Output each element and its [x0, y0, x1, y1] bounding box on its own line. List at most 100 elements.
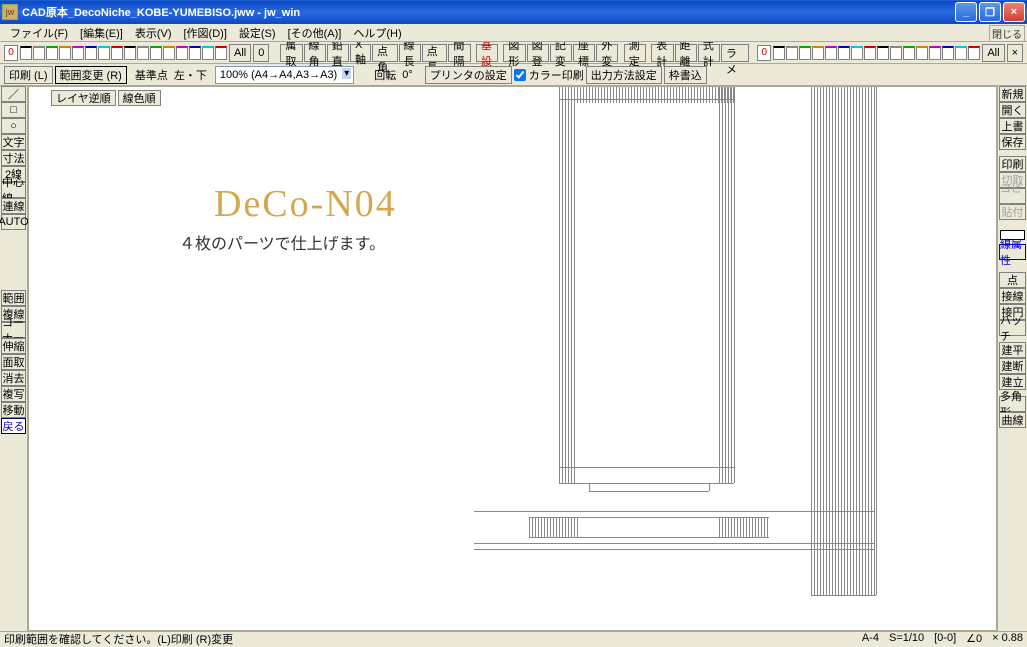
tool-新規[interactable]: 新規: [999, 86, 1026, 102]
swatch[interactable]: [111, 46, 123, 60]
tool-消去[interactable]: 消去: [1, 370, 26, 386]
status-angle[interactable]: ∠0: [966, 632, 982, 645]
range-change-button[interactable]: 範囲変更 (R): [55, 66, 127, 84]
cmd-距離[interactable]: 距離: [675, 44, 697, 62]
menu-other[interactable]: [その他(A)]: [282, 25, 348, 41]
swatch[interactable]: [46, 46, 58, 60]
swatch[interactable]: [825, 46, 837, 60]
cmd-式計[interactable]: 式計: [698, 44, 720, 62]
tool-複写[interactable]: 複写: [1, 386, 26, 402]
swatch[interactable]: [929, 46, 941, 60]
tool-ハッチ[interactable]: ハッチ: [999, 320, 1026, 336]
swatch[interactable]: [137, 46, 149, 60]
swatch[interactable]: [916, 46, 928, 60]
swatch[interactable]: [176, 46, 188, 60]
cmd-測定[interactable]: 測定: [624, 44, 646, 62]
output-settings-button[interactable]: 出力方法設定: [586, 66, 662, 84]
cmd-外変[interactable]: 外変: [596, 44, 618, 62]
color-print-input[interactable]: [514, 69, 526, 81]
tool-印刷[interactable]: 印刷: [999, 156, 1026, 172]
cmd-間隔[interactable]: 間隔: [448, 44, 470, 62]
tool-AUTO[interactable]: AUTO: [1, 214, 26, 230]
tool-建平[interactable]: 建平: [999, 342, 1026, 358]
swatch[interactable]: [215, 46, 227, 60]
menu-help[interactable]: ヘルプ(H): [347, 25, 407, 41]
swatch[interactable]: [838, 46, 850, 60]
tool-多角形[interactable]: 多角形: [999, 396, 1026, 412]
zero-button[interactable]: 0: [253, 44, 269, 62]
tool-上書[interactable]: 上書: [999, 118, 1026, 134]
status-multiplier[interactable]: × 0.88: [992, 632, 1023, 645]
tool-戻る[interactable]: 戻る: [1, 418, 26, 434]
swatch[interactable]: [942, 46, 954, 60]
tool-伸縮[interactable]: 伸縮: [1, 338, 26, 354]
status-layer[interactable]: [0-0]: [934, 632, 956, 645]
tool-建断[interactable]: 建断: [999, 358, 1026, 374]
swatch[interactable]: [202, 46, 214, 60]
print-button[interactable]: 印刷 (L): [4, 66, 53, 84]
left-color-index[interactable]: 0: [4, 45, 18, 61]
status-scale[interactable]: S=1/10: [889, 632, 924, 645]
tool-中心線[interactable]: 中心線: [1, 182, 26, 198]
tool-コーナー[interactable]: コーナー: [1, 322, 26, 338]
cmd-表計[interactable]: 表計: [651, 44, 673, 62]
tool-線属性[interactable]: 線属性: [999, 244, 1026, 260]
cmd-X軸[interactable]: X軸: [350, 44, 371, 62]
swatch[interactable]: [864, 46, 876, 60]
swatch[interactable]: [189, 46, 201, 60]
color-print-checkbox[interactable]: カラー印刷: [514, 67, 584, 83]
swatch[interactable]: [968, 46, 980, 60]
swatch[interactable]: [98, 46, 110, 60]
cmd-鉛直[interactable]: 鉛直: [327, 44, 349, 62]
swatch[interactable]: [812, 46, 824, 60]
swatch[interactable]: [150, 46, 162, 60]
doc-close-button[interactable]: 閉じる: [989, 25, 1025, 42]
all-button-right[interactable]: All: [982, 44, 1004, 62]
layer-reverse-button[interactable]: レイヤ逆順: [51, 90, 116, 106]
right-color-index[interactable]: 0: [757, 45, 771, 61]
swatch[interactable]: [20, 46, 32, 60]
swatch[interactable]: [163, 46, 175, 60]
cmd-座標[interactable]: 座標: [573, 44, 595, 62]
swatch[interactable]: [799, 46, 811, 60]
cmd-図登[interactable]: 図登: [527, 44, 549, 62]
swatch[interactable]: [903, 46, 915, 60]
close-button[interactable]: ×: [1003, 2, 1025, 22]
frame-write-button[interactable]: 枠書込: [664, 66, 707, 84]
swatch[interactable]: [786, 46, 798, 60]
tool-／[interactable]: ／: [1, 86, 26, 102]
cmd-基設[interactable]: 基設: [476, 44, 498, 62]
cmd-記変[interactable]: 記変: [550, 44, 572, 62]
tool-文字[interactable]: 文字: [1, 134, 26, 150]
zoom-dropdown[interactable]: 100% (A4→A4,A3→A3): [215, 66, 354, 84]
menu-draw[interactable]: [作図(D)]: [178, 25, 233, 41]
cmd-線角[interactable]: 線角: [304, 44, 326, 62]
cmd-2点長[interactable]: 2点長: [422, 44, 448, 62]
drawing-canvas[interactable]: レイヤ逆順 線色順 DeCo-N04 ４枚のパーツで仕上げます。: [28, 86, 997, 631]
swatch[interactable]: [33, 46, 45, 60]
tool-接線[interactable]: 接線: [999, 288, 1026, 304]
status-paper[interactable]: A-4: [862, 632, 879, 645]
cmd-属取[interactable]: 属取: [280, 44, 302, 62]
printer-settings-button[interactable]: プリンタの設定: [425, 66, 512, 84]
swatch[interactable]: [773, 46, 785, 60]
x-button[interactable]: ×: [1007, 44, 1023, 62]
tool-点[interactable]: 点: [999, 272, 1026, 288]
cmd-図形[interactable]: 図形: [503, 44, 525, 62]
tool-開く[interactable]: 開く: [999, 102, 1026, 118]
swatch[interactable]: [124, 46, 136, 60]
menu-file[interactable]: ファイル(F): [4, 25, 74, 41]
swatch[interactable]: [877, 46, 889, 60]
tool-貼付[interactable]: 貼付: [999, 204, 1026, 220]
menu-view[interactable]: 表示(V): [129, 25, 178, 41]
swatch[interactable]: [851, 46, 863, 60]
menu-edit[interactable]: [編集(E)]: [74, 25, 129, 41]
cmd-線長[interactable]: 線長: [399, 44, 421, 62]
tool-○[interactable]: ○: [1, 118, 26, 134]
line-color-order-button[interactable]: 線色順: [118, 90, 161, 106]
minimize-button[interactable]: _: [955, 2, 977, 22]
tool-移動[interactable]: 移動: [1, 402, 26, 418]
tool-保存[interactable]: 保存: [999, 134, 1026, 150]
maximize-button[interactable]: ❐: [979, 2, 1001, 22]
cmd-2点角[interactable]: 2点角: [372, 44, 398, 62]
